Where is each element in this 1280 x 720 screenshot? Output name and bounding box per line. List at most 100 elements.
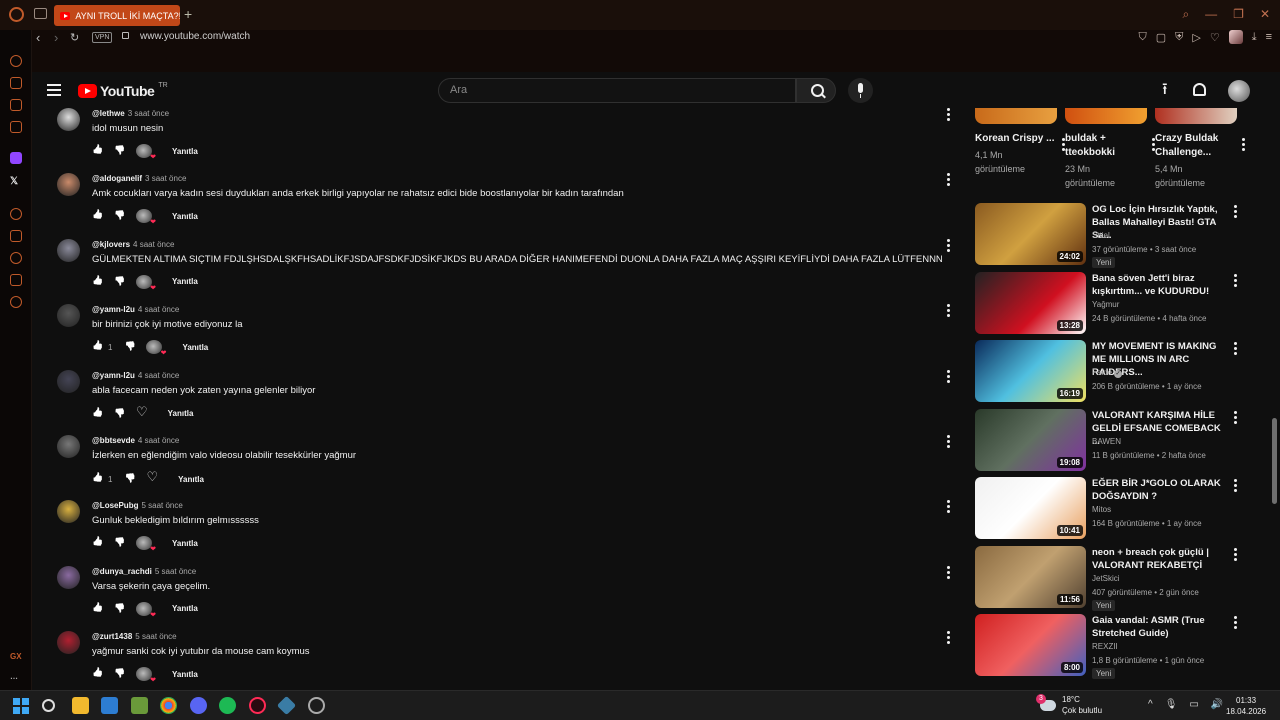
settings-icon[interactable] — [10, 296, 22, 308]
heart-outline-icon[interactable] — [136, 406, 148, 422]
comment-author[interactable]: @lethwe 3 saat önce — [92, 109, 169, 118]
comment-menu-icon[interactable] — [947, 565, 950, 581]
like-icon[interactable] — [92, 538, 102, 548]
video-thumbnail[interactable]: 10:41 — [975, 477, 1086, 539]
dislike-icon[interactable] — [124, 474, 134, 484]
reply-button[interactable]: Yanıtla — [172, 539, 198, 548]
comment-menu-icon[interactable] — [947, 369, 950, 385]
gx-cleaner-icon[interactable] — [10, 77, 22, 89]
comment-time[interactable]: 4 saat önce — [133, 240, 174, 249]
recommended-video[interactable]: 11:56 neon + breach çok güçlü | VALORANT… — [972, 545, 1252, 611]
user-avatar[interactable] — [1228, 80, 1250, 102]
snapshot-icon[interactable]: ▢ — [1156, 31, 1166, 44]
gx-mail-icon[interactable] — [10, 121, 22, 133]
comment-avatar[interactable] — [57, 500, 80, 524]
short-thumbnail[interactable] — [975, 108, 1057, 124]
recommended-video[interactable]: 16:19 MY MOVEMENT IS MAKING ME MILLIONS … — [972, 340, 1252, 404]
video-thumbnail[interactable]: 11:56 — [975, 545, 1086, 608]
comment-time[interactable]: 5 saat önce — [155, 567, 196, 576]
comment-author[interactable]: @yamn-l2u 4 saat önce — [92, 371, 179, 380]
reply-button[interactable]: Yanıtla — [168, 409, 194, 418]
video-title[interactable]: neon + breach çok güçlü | VALORANT REKAB… — [1092, 546, 1227, 572]
gx-control-icon[interactable] — [10, 55, 22, 67]
comment-time[interactable]: 5 saat önce — [141, 501, 182, 510]
video-title[interactable]: Gaia vandal: ASMR (True Stretched Guide) — [1092, 614, 1227, 640]
notifications-bell-icon[interactable] — [1193, 83, 1206, 96]
search-tabs-icon[interactable]: ⌕ — [1182, 7, 1189, 22]
dislike-icon[interactable] — [114, 538, 124, 548]
app-circle-icon[interactable] — [308, 697, 325, 714]
short-card[interactable]: buldak + tteokbokki 23 Mn görüntüleme — [1065, 108, 1155, 190]
comment-avatar[interactable] — [57, 238, 80, 262]
profile-avatar[interactable] — [1228, 30, 1243, 44]
comment-avatar[interactable] — [57, 435, 80, 458]
taskbar-clock[interactable]: 01:33 18.04.2026 — [1226, 695, 1266, 717]
browser-tab-active[interactable]: AYNI TROLL İKİ MAÇTA?! | — [54, 5, 180, 26]
reply-button[interactable]: Yanıtla — [172, 147, 198, 156]
menu-icon[interactable]: ≡ — [1266, 31, 1272, 43]
page-scrollbar[interactable] — [1272, 418, 1277, 504]
short-title[interactable]: buldak + tteokbokki — [1065, 132, 1147, 160]
minimize-button[interactable]: — — [1205, 7, 1217, 22]
short-card[interactable]: Korean Crispy ... 4,1 Mn görüntüleme — [975, 108, 1065, 176]
video-channel[interactable]: Mitos — [1092, 505, 1111, 514]
comment-avatar[interactable] — [57, 173, 80, 197]
taskbar-search-icon[interactable] — [42, 699, 55, 712]
comment-time[interactable]: 4 saat önce — [138, 371, 179, 380]
like-icon[interactable] — [92, 474, 102, 484]
video-thumbnail[interactable]: 13:28 — [975, 271, 1086, 334]
history-icon[interactable] — [10, 252, 22, 264]
windows-start-icon[interactable] — [13, 698, 29, 714]
recommended-video[interactable]: 19:08 VALORANT KARŞIMA HİLE GELDİ EFSANE… — [972, 408, 1252, 473]
spotify-icon[interactable] — [219, 697, 236, 714]
forward-button[interactable]: › — [54, 30, 58, 45]
bookmark-icon[interactable]: ⛉ — [1138, 31, 1146, 44]
app-diamond-icon[interactable] — [276, 695, 297, 716]
download-icon[interactable]: ⤓ — [1252, 31, 1257, 44]
comment-avatar[interactable] — [57, 304, 80, 328]
reply-button[interactable]: Yanıtla — [172, 212, 198, 221]
twitch-icon[interactable] — [10, 152, 22, 164]
heart-icon[interactable]: ♡ — [1210, 31, 1220, 44]
comment-author[interactable]: @aldoganelif 3 saat önce — [92, 174, 186, 183]
video-thumbnail[interactable]: 16:19 — [975, 340, 1086, 402]
video-channel[interactable]: BAWEN — [1092, 437, 1121, 446]
url-field[interactable]: www.youtube.com/watch — [140, 31, 250, 42]
like-icon[interactable] — [92, 409, 102, 419]
dislike-icon[interactable] — [114, 211, 124, 221]
volume-icon[interactable]: 🔊 — [1211, 699, 1223, 710]
player-icon[interactable]: ▷ — [1192, 31, 1200, 44]
upload-icon[interactable]: ⭱ — [1162, 81, 1168, 99]
workspace-icon[interactable] — [34, 8, 47, 19]
like-icon[interactable] — [92, 669, 102, 679]
heart-outline-icon[interactable] — [146, 471, 158, 487]
dislike-icon[interactable] — [114, 146, 124, 156]
maximize-button[interactable]: ❐ — [1233, 7, 1244, 22]
dislike-icon[interactable] — [114, 669, 124, 679]
comment-menu-icon[interactable] — [947, 631, 950, 646]
like-icon[interactable] — [92, 277, 102, 287]
reply-button[interactable]: Yanıtla — [172, 604, 198, 613]
video-menu-icon[interactable] — [1234, 547, 1237, 563]
like-icon[interactable] — [92, 211, 102, 221]
reply-button[interactable]: Yanıtla — [178, 475, 204, 484]
comment-author[interactable]: @zurt1438 5 saat önce — [92, 632, 177, 641]
video-channel[interactable]: REXZII — [1092, 642, 1118, 651]
opera-gx-taskbar-icon[interactable] — [249, 697, 266, 714]
short-title[interactable]: Korean Crispy ... — [975, 132, 1057, 146]
video-channel[interactable]: Faide ✓ — [1092, 368, 1123, 378]
reload-button[interactable]: ↻ — [70, 31, 79, 44]
recommended-video[interactable]: 8:00 Gaia vandal: ASMR (True Stretched G… — [972, 614, 1252, 679]
chrome-icon[interactable] — [160, 697, 177, 714]
extensions-icon[interactable] — [10, 230, 22, 242]
video-menu-icon[interactable] — [1234, 616, 1237, 631]
sidebar-more-icon[interactable]: … — [10, 672, 18, 681]
file-explorer-icon[interactable] — [72, 697, 89, 714]
comment-menu-icon[interactable] — [947, 435, 950, 450]
reply-button[interactable]: Yanıtla — [172, 670, 198, 679]
video-title[interactable]: EĞER BİR J*GOLO OLARAK DOĞSAYDIN ? — [1092, 477, 1227, 503]
video-title[interactable]: Bana söven Jett'i biraz kışkırttım... ve… — [1092, 272, 1227, 298]
short-card[interactable]: Crazy Buldak Challenge... 5,4 Mn görüntül… — [1155, 108, 1245, 190]
comment-time[interactable]: 4 saat önce — [138, 305, 179, 314]
close-window-button[interactable]: ✕ — [1260, 7, 1270, 22]
